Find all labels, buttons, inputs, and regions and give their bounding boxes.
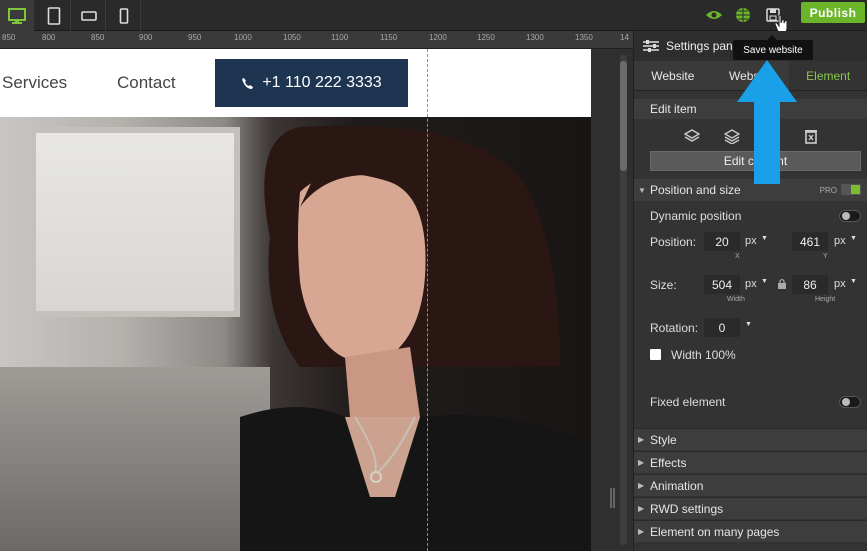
caret-down-icon: ▼ — [850, 235, 857, 242]
section-animation-label: Animation — [650, 478, 704, 493]
rotation-label: Rotation: — [650, 321, 699, 335]
dynamic-position-toggle[interactable] — [839, 210, 861, 222]
layer-up-icon[interactable] — [683, 128, 700, 144]
scroll-thumb[interactable] — [620, 61, 627, 171]
phone-number: +1 110 222 3333 — [262, 74, 382, 91]
ruler-tick: 1300 — [526, 33, 544, 42]
tablet-landscape-button[interactable] — [72, 0, 106, 31]
delete-icon[interactable] — [804, 128, 818, 144]
ruler-tick: 850 — [91, 33, 105, 42]
tablet-portrait-icon — [47, 6, 60, 25]
top-toolbar: Publish — [0, 0, 867, 34]
section-style-label: Style — [650, 432, 677, 447]
caret-down-icon: ▼ — [761, 235, 768, 242]
sliders-icon — [643, 40, 659, 52]
width-input[interactable]: 504 — [704, 275, 740, 294]
nav-link-services[interactable]: Services — [2, 73, 67, 93]
height-unit[interactable]: px — [834, 278, 846, 290]
tab-website[interactable]: Website — [634, 61, 712, 90]
ruler-tick: 800 — [42, 33, 56, 42]
width-caption: Width — [727, 296, 745, 303]
hero-photo[interactable] — [0, 117, 591, 551]
ruler-tick: 900 — [139, 33, 153, 42]
section-style[interactable]: ▶ Style — [634, 428, 867, 450]
phone-handset-icon — [242, 77, 254, 89]
save-website-tooltip: Save website — [733, 35, 813, 60]
panel-title: Settings pan — [666, 39, 733, 53]
section-many-pages-label: Element on many pages — [650, 524, 780, 539]
position-x-unit[interactable]: px — [745, 235, 757, 247]
horizontal-ruler: 850 800 850 900 950 1000 1050 1100 1150 … — [0, 31, 633, 49]
fixed-element-label: Fixed element — [650, 395, 726, 409]
position-size-body: Dynamic position Position: 20 px ▼ X 461… — [634, 201, 867, 441]
section-effects-label: Effects — [650, 455, 687, 470]
caret-right-icon: ▶ — [638, 481, 645, 490]
lock-icon[interactable] — [777, 278, 787, 290]
desktop-icon — [7, 7, 26, 24]
width100-label: Width 100% — [671, 348, 736, 362]
ruler-tick: 1350 — [575, 33, 593, 42]
x-caption: X — [735, 253, 740, 260]
tablet-landscape-icon — [80, 10, 97, 21]
height-input[interactable]: 86 — [792, 275, 828, 294]
width100-checkbox[interactable] — [650, 349, 661, 360]
ruler-tick: 1250 — [477, 33, 495, 42]
rotation-input[interactable]: 0 — [704, 318, 740, 337]
annotation-arrow-icon — [737, 60, 797, 184]
ruler-tick: 950 — [188, 33, 202, 42]
caret-down-icon: ▼ — [761, 278, 768, 285]
fixed-element-toggle[interactable] — [839, 396, 861, 408]
guide-line — [427, 49, 428, 551]
position-y-input[interactable]: 461 — [792, 232, 828, 251]
caret-right-icon: ▶ — [638, 504, 645, 513]
caret-down-icon: ▼ — [638, 185, 646, 195]
canvas-scrollbar[interactable] — [620, 55, 627, 545]
section-rwd[interactable]: ▶ RWD settings — [634, 497, 867, 519]
ruler-tick: 1000 — [234, 33, 252, 42]
woman-portrait-image — [240, 125, 591, 551]
section-rwd-label: RWD settings — [650, 501, 724, 516]
ruler-tick: 1150 — [380, 33, 398, 42]
panel-resize-handle[interactable] — [610, 488, 615, 508]
caret-down-icon: ▼ — [850, 278, 857, 285]
pro-toggle[interactable] — [841, 184, 861, 195]
publish-button[interactable]: Publish — [801, 2, 865, 23]
ruler-tick: 1050 — [283, 33, 301, 42]
pro-badge: PRO — [819, 185, 837, 195]
desktop-view-button[interactable] — [0, 0, 34, 31]
editor-canvas[interactable]: Services Contact +1 110 222 3333 — [0, 49, 591, 551]
phone-icon — [119, 7, 128, 24]
position-y-unit[interactable]: px — [834, 235, 846, 247]
section-animation[interactable]: ▶ Animation — [634, 474, 867, 496]
tab-element[interactable]: Element — [789, 61, 867, 90]
ruler-tick: 14 — [620, 33, 629, 42]
size-label: Size: — [650, 278, 677, 292]
globe-icon — [736, 8, 750, 22]
position-label: Position: — [650, 235, 697, 249]
caret-right-icon: ▶ — [638, 527, 645, 536]
eye-icon — [706, 11, 722, 19]
section-many-pages[interactable]: ▶ Element on many pages — [634, 520, 867, 542]
ruler-tick: 1200 — [429, 33, 447, 42]
width-unit[interactable]: px — [745, 278, 757, 290]
position-size-title: Position and size — [650, 183, 741, 197]
y-caption: Y — [823, 253, 828, 260]
website-settings-button[interactable] — [732, 4, 754, 26]
caret-down-icon: ▼ — [745, 321, 752, 328]
site-header: Services Contact +1 110 222 3333 — [0, 49, 591, 117]
preview-button[interactable] — [703, 4, 725, 26]
dynamic-position-label: Dynamic position — [650, 209, 742, 223]
phone-view-button[interactable] — [107, 0, 141, 31]
section-effects[interactable]: ▶ Effects — [634, 451, 867, 473]
ruler-tick: 1100 — [331, 33, 349, 42]
height-caption: Height — [815, 296, 836, 303]
nav-link-contact[interactable]: Contact — [117, 73, 176, 93]
tablet-portrait-button[interactable] — [37, 0, 71, 31]
position-x-input[interactable]: 20 — [704, 232, 740, 251]
ruler-tick: 850 — [2, 33, 16, 42]
caret-right-icon: ▶ — [638, 435, 645, 444]
phone-button[interactable]: +1 110 222 3333 — [215, 59, 408, 107]
caret-right-icon: ▶ — [638, 458, 645, 467]
